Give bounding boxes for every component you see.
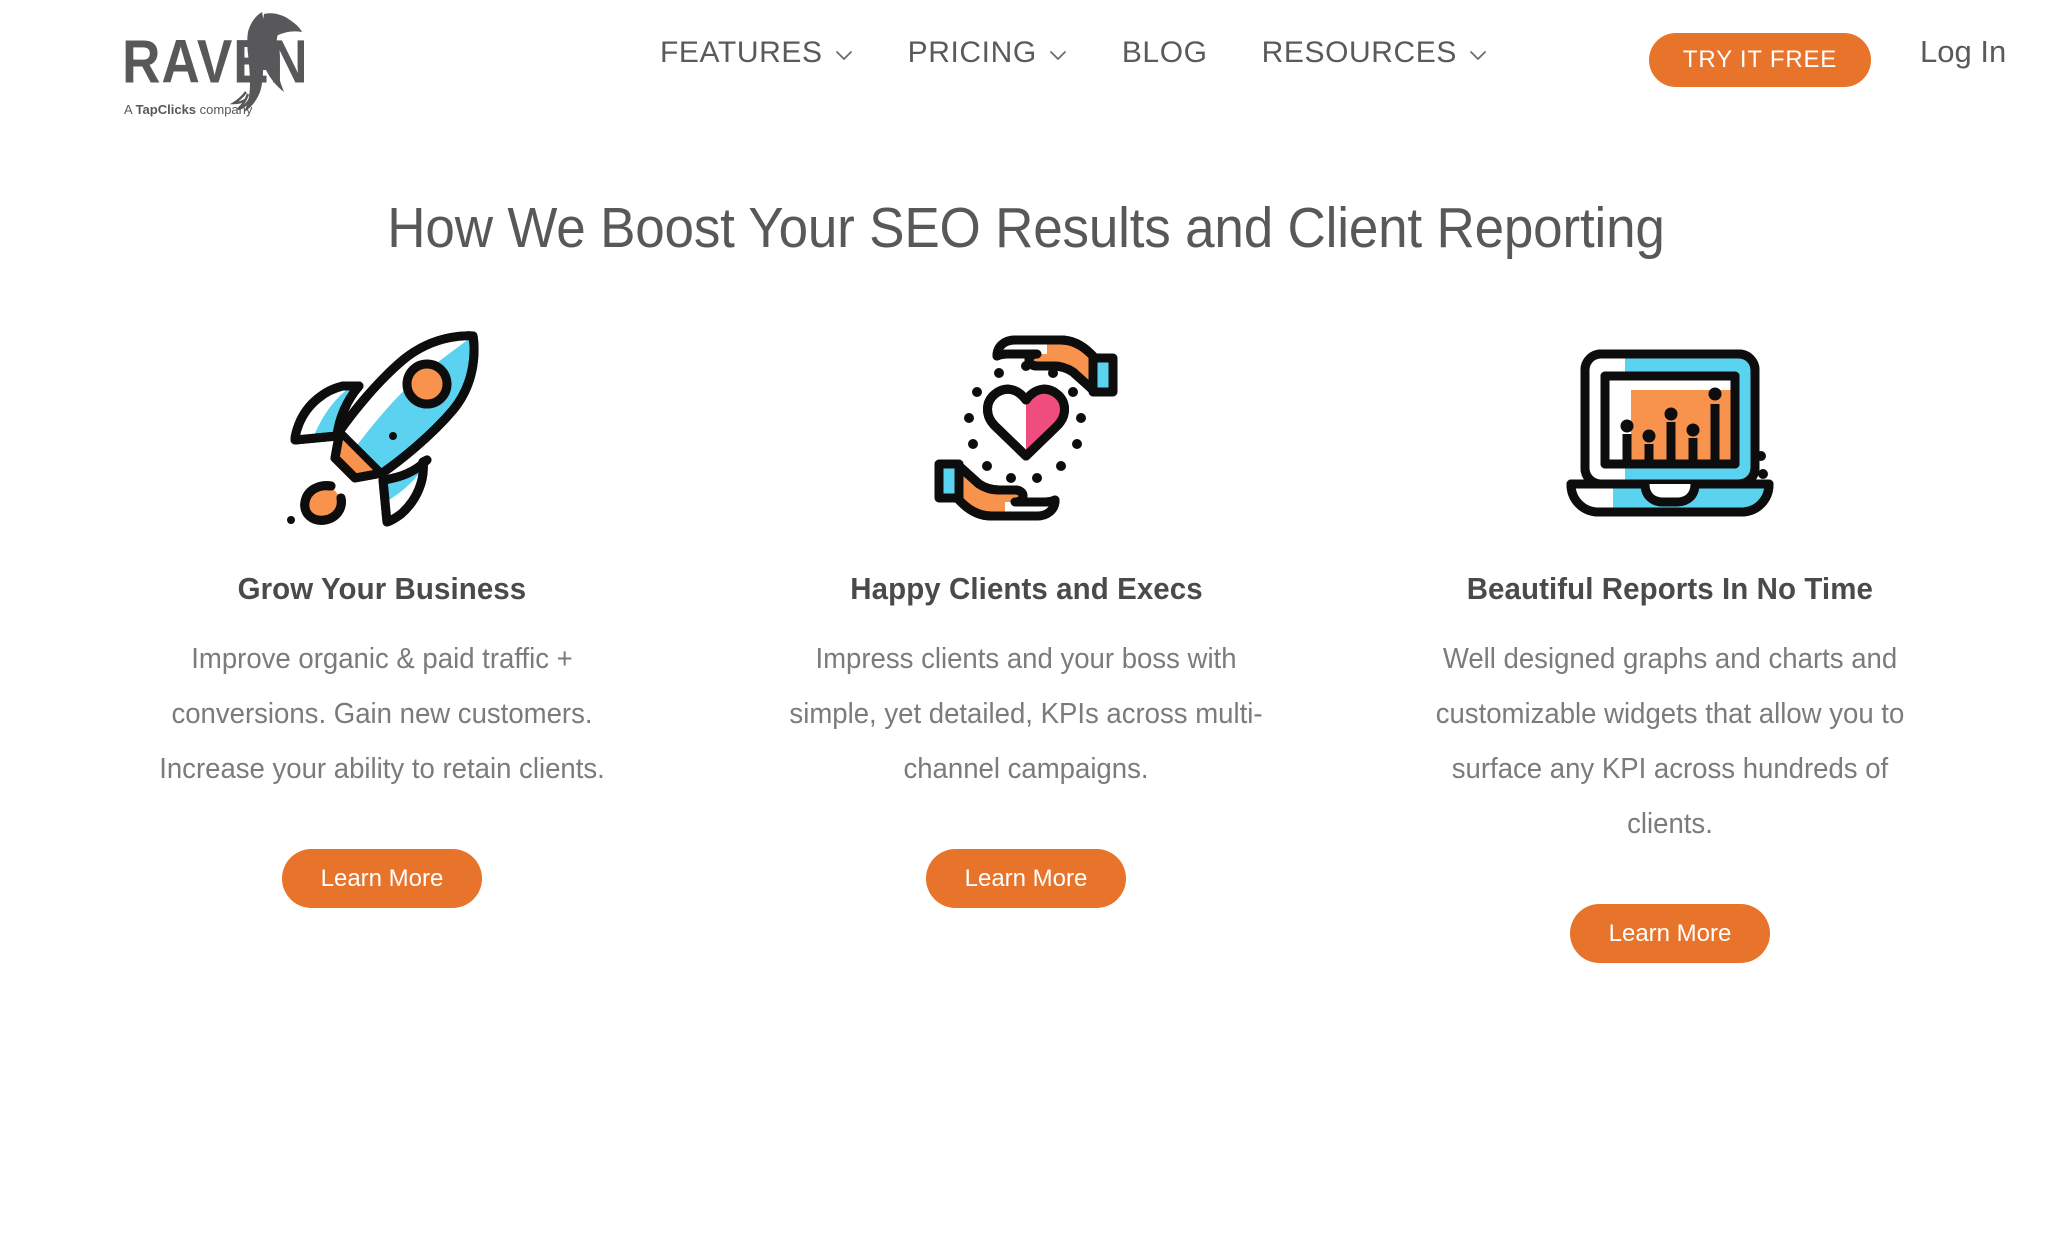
nav-label: RESOURCES xyxy=(1261,36,1458,69)
feature-card-happy-clients-and-execs: Happy Clients and Execs Impress clients … xyxy=(704,323,1348,908)
card-description: Improve organic & paid traffic + convers… xyxy=(159,643,605,785)
svg-text:RAVEN: RAVEN xyxy=(122,28,304,96)
card-description: Impress clients and your boss with simpl… xyxy=(789,643,1263,785)
card-title: Grow Your Business xyxy=(237,571,527,606)
learn-more-button[interactable]: Learn More xyxy=(926,849,1126,908)
feature-card-beautiful-reports-in-no-time: Beautiful Reports In No Time Well design… xyxy=(1348,323,1992,963)
chevron-down-icon xyxy=(1048,45,1068,65)
card-title: Beautiful Reports In No Time xyxy=(1466,571,1874,606)
chevron-down-icon xyxy=(834,45,854,65)
main-navigation: FEATURES PRICING BLOG RESOURCES xyxy=(660,36,1488,70)
main-content: How We Boost Your SEO Results and Client… xyxy=(0,195,2052,963)
nav-item-features[interactable]: FEATURES xyxy=(660,36,854,70)
nav-item-pricing[interactable]: PRICING xyxy=(908,36,1068,70)
chevron-down-icon xyxy=(1468,45,1488,65)
nav-label: BLOG xyxy=(1121,36,1208,69)
feature-card-grow-your-business: Grow Your Business Improve organic & pai… xyxy=(60,323,704,908)
nav-label: PRICING xyxy=(907,36,1037,69)
page-title: How We Boost Your SEO Results and Client… xyxy=(387,196,1665,260)
raven-bird-logo: RAVEN A TapClicks company xyxy=(122,12,308,117)
nav-item-resources[interactable]: RESOURCES xyxy=(1262,36,1488,70)
rocket-icon xyxy=(262,323,502,533)
learn-more-button[interactable]: Learn More xyxy=(282,849,482,908)
learn-more-button[interactable]: Learn More xyxy=(1570,904,1770,963)
svg-text:A TapClicks company: A TapClicks company xyxy=(124,102,253,117)
card-description: Well designed graphs and charts and cust… xyxy=(1435,643,1905,840)
feature-cards: Grow Your Business Improve organic & pai… xyxy=(0,323,2052,963)
laptop-chart-icon xyxy=(1550,323,1790,533)
try-it-free-button[interactable]: TRY IT FREE xyxy=(1649,33,1871,87)
raven-logo[interactable]: RAVEN A TapClicks company xyxy=(114,8,308,126)
hands-holding-heart-icon xyxy=(906,323,1146,533)
card-title: Happy Clients and Execs xyxy=(849,571,1203,606)
nav-label: FEATURES xyxy=(660,36,823,69)
log-in-link[interactable]: Log In xyxy=(1920,34,2006,70)
nav-item-blog[interactable]: BLOG xyxy=(1122,36,1208,70)
site-header: RAVEN A TapClicks company FEATURES PRICI… xyxy=(0,0,2052,140)
